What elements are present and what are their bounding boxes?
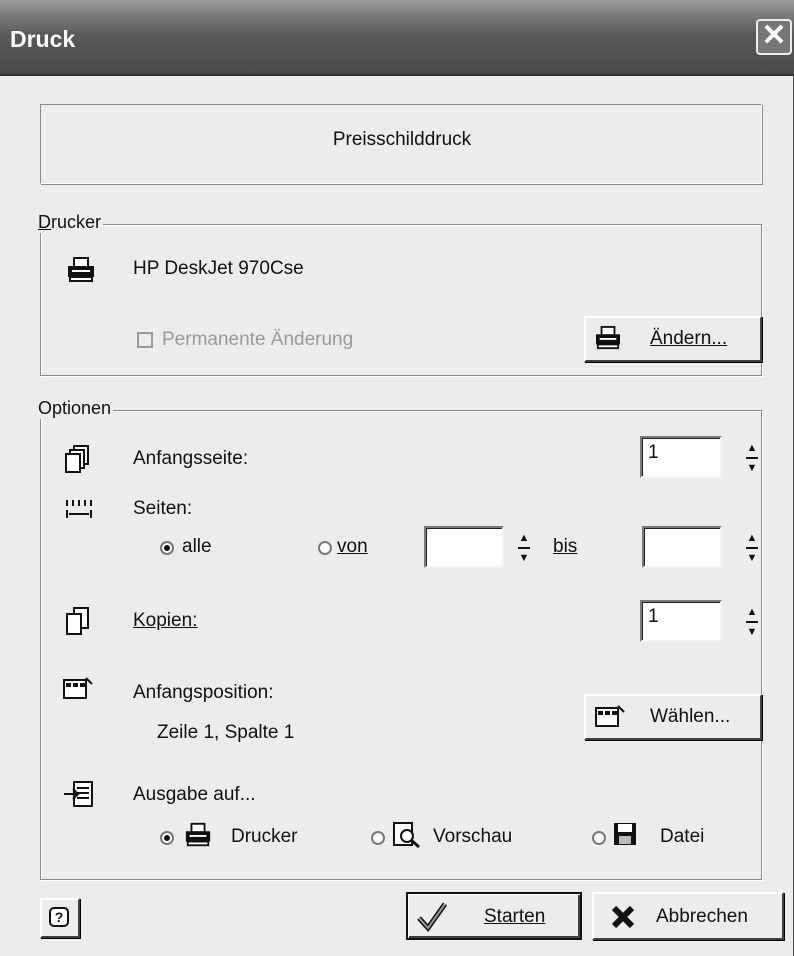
spin-up-icon[interactable]: ▲	[746, 529, 758, 549]
page-range-icon	[66, 500, 92, 518]
pages-all-label: alle	[182, 536, 212, 557]
copies-label: Kopien:	[133, 610, 198, 631]
options-group-label: Optionen	[36, 398, 114, 419]
floppy-disk-icon	[614, 823, 636, 845]
printer-icon	[185, 822, 211, 847]
help-button[interactable]: ?	[40, 898, 80, 938]
pages-from-radio[interactable]	[318, 541, 332, 555]
print-dialog: Druck ✕ Preisschilddruck Drucker HP Desk…	[0, 0, 794, 956]
close-icon: ✕	[761, 19, 787, 52]
output-file-label: Datei	[660, 826, 705, 847]
close-button[interactable]: ✕	[756, 19, 792, 55]
pages-to-label: bis	[553, 536, 578, 557]
output-printer-label: Drucker	[231, 826, 298, 847]
spin-up-icon[interactable]: ▲	[518, 529, 530, 549]
pages-to-input[interactable]	[642, 526, 722, 568]
change-printer-button[interactable]: Ändern...	[584, 316, 762, 362]
spin-down-icon[interactable]: ▼	[746, 459, 758, 477]
start-page-input[interactable]: 1	[640, 436, 722, 478]
printer-name: HP DeskJet 970Cse	[133, 258, 304, 279]
start-page-spinner[interactable]: ▲ ▼	[746, 439, 758, 477]
header-title: Preisschilddruck	[332, 129, 472, 150]
spin-up-icon[interactable]: ▲	[746, 603, 758, 623]
permanent-change-checkbox[interactable]	[137, 332, 153, 348]
output-label: Ausgabe auf...	[133, 784, 256, 805]
pages-from-label: von	[337, 536, 368, 557]
pages-from-input[interactable]	[424, 526, 504, 568]
spin-down-icon[interactable]: ▼	[518, 549, 530, 567]
printer-group-label-rest: rucker	[51, 212, 102, 232]
printer-icon	[596, 326, 620, 350]
spin-down-icon[interactable]: ▼	[746, 623, 758, 641]
printer-group-label: Drucker	[36, 212, 104, 233]
cross-icon	[611, 905, 635, 929]
svg-text:?: ?	[55, 909, 64, 925]
output-preview-radio[interactable]	[371, 831, 385, 845]
output-file-radio[interactable]	[592, 831, 606, 845]
choose-position-button[interactable]: Wählen...	[584, 694, 762, 740]
pages-icon	[65, 445, 89, 473]
pages-to-spinner[interactable]: ▲ ▼	[746, 529, 758, 567]
output-printer-radio[interactable]	[160, 831, 174, 845]
start-button-label: Starten	[484, 906, 546, 927]
grid-position-icon	[63, 677, 93, 699]
pages-label: Seiten:	[133, 498, 193, 519]
spin-up-icon[interactable]: ▲	[746, 439, 758, 459]
change-printer-label: Ändern...	[650, 328, 728, 349]
title-bar: Druck ✕	[0, 0, 794, 76]
output-preview-label: Vorschau	[433, 826, 513, 847]
choose-position-label: Wählen...	[650, 706, 731, 727]
header-panel: Preisschilddruck	[40, 104, 762, 184]
printer-icon	[68, 257, 94, 282]
checkmark-icon	[417, 902, 448, 932]
help-icon: ?	[49, 907, 69, 927]
copies-icon	[66, 607, 89, 635]
window-title: Druck	[10, 26, 76, 52]
pages-from-spinner[interactable]: ▲ ▼	[518, 529, 530, 567]
grid-position-icon	[595, 705, 625, 727]
copies-input[interactable]: 1	[640, 600, 722, 642]
cancel-button-label: Abbrechen	[656, 906, 748, 927]
output-icon	[64, 781, 93, 807]
start-button[interactable]: Starten	[406, 892, 582, 940]
permanent-change-label: Permanente Änderung	[162, 329, 354, 350]
copies-spinner[interactable]: ▲ ▼	[746, 603, 758, 641]
pages-all-radio[interactable]	[160, 541, 174, 555]
start-page-label: Anfangsseite:	[133, 448, 249, 469]
options-group	[40, 410, 762, 880]
cancel-button[interactable]: Abbrechen	[592, 892, 784, 940]
start-position-label: Anfangsposition:	[133, 682, 274, 703]
start-position-value: Zeile 1, Spalte 1	[157, 722, 295, 743]
spin-down-icon[interactable]: ▼	[746, 549, 758, 567]
preview-icon	[393, 822, 420, 849]
